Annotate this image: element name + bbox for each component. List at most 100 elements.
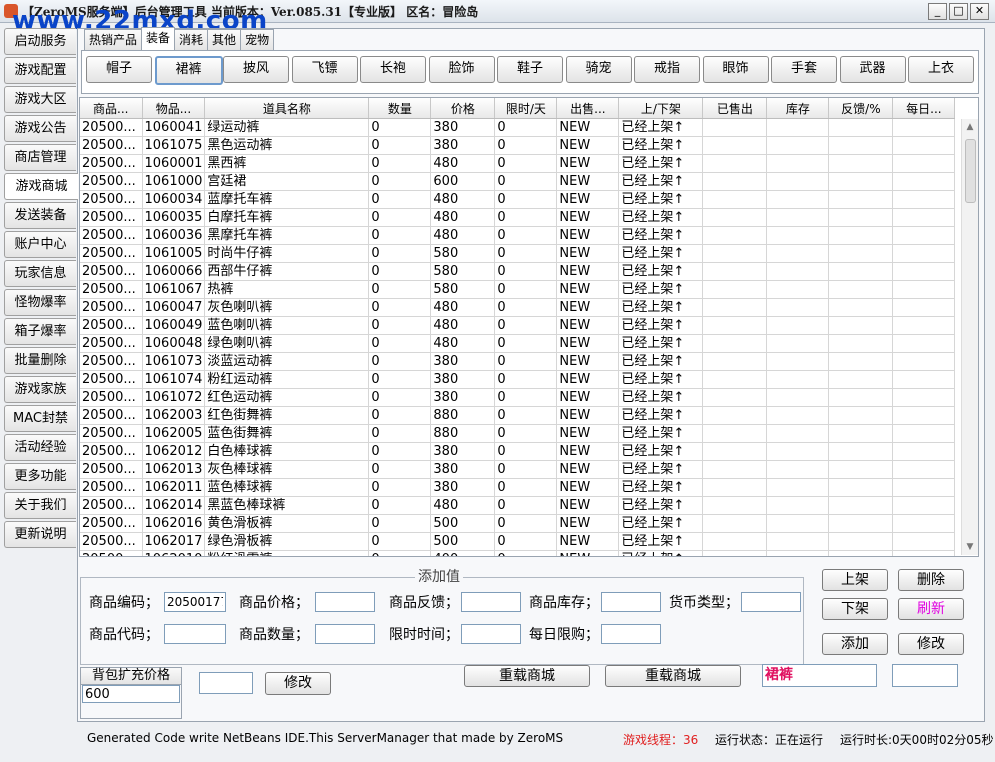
sidebar-item-10[interactable]: 箱子爆率 <box>4 318 76 345</box>
sidebar-item-1[interactable]: 游戏配置 <box>4 57 76 84</box>
table-row[interactable]: 20500... 1061000 宫廷裙 0 600 0 NEW 已经上架↑ <box>80 172 956 191</box>
sidebar-item-11[interactable]: 批量删除 <box>4 347 76 374</box>
add-button[interactable]: 添加 <box>822 633 888 655</box>
table-row[interactable]: 20500... 1062012 白色棒球裤 0 380 0 NEW 已经上架↑ <box>80 442 956 461</box>
sidebar-item-17[interactable]: 更新说明 <box>4 521 76 548</box>
table-row[interactable]: 20500... 1060049 蓝色喇叭裤 0 480 0 NEW 已经上架↑ <box>80 316 956 335</box>
maximize-button[interactable]: □ <box>949 3 968 20</box>
minimize-button[interactable]: _ <box>928 3 947 20</box>
table-row[interactable]: 20500... 1061073 淡蓝运动裤 0 380 0 NEW 已经上架↑ <box>80 352 956 371</box>
column-header-1[interactable]: 物品... <box>142 98 206 119</box>
subcategory-button-6[interactable]: 鞋子 <box>497 56 563 83</box>
refresh-button[interactable]: 刷新 <box>898 598 964 620</box>
subcategory-button-10[interactable]: 手套 <box>771 56 837 83</box>
column-header-11[interactable]: 每日... <box>892 98 956 119</box>
table-row[interactable]: 20500... 1061072 红色运动裤 0 380 0 NEW 已经上架↑ <box>80 388 956 407</box>
subcategory-button-4[interactable]: 长袍 <box>360 56 426 83</box>
sidebar-item-15[interactable]: 更多功能 <box>4 463 76 490</box>
reload-mall-button-2[interactable]: 重载商城 <box>605 665 741 687</box>
extra-input[interactable] <box>892 664 958 687</box>
scroll-up-icon[interactable]: ▲ <box>962 119 978 135</box>
delete-button[interactable]: 删除 <box>898 569 964 591</box>
column-header-4[interactable]: 价格 <box>430 98 496 119</box>
column-header-6[interactable]: 出售... <box>556 98 620 119</box>
shelf-down-button[interactable]: 下架 <box>822 598 888 620</box>
subcategory-button-2[interactable]: 披风 <box>223 56 289 83</box>
limit-input[interactable] <box>461 624 521 644</box>
sidebar-item-5[interactable]: 游戏商城 <box>4 173 78 200</box>
sidebar-item-2[interactable]: 游戏大区 <box>4 86 76 113</box>
bag-modify-button[interactable]: 修改 <box>265 672 331 695</box>
category-tab-0[interactable]: 热销产品 <box>84 29 143 50</box>
itemid-input[interactable] <box>164 624 226 644</box>
table-row[interactable]: 20500... 1062003 红色街舞裤 0 880 0 NEW 已经上架↑ <box>80 406 956 425</box>
sidebar-item-0[interactable]: 启动服务 <box>4 28 76 55</box>
column-header-9[interactable]: 库存 <box>766 98 830 119</box>
subcategory-button-0[interactable]: 帽子 <box>86 56 152 83</box>
table-row[interactable]: 20500... 1062016 黄色滑板裤 0 500 0 NEW 已经上架↑ <box>80 514 956 533</box>
table-row[interactable]: 20500... 1062017 绿色滑板裤 0 500 0 NEW 已经上架↑ <box>80 532 956 551</box>
table-row[interactable]: 20500... 1060041 绿运动裤 0 380 0 NEW 已经上架↑ <box>80 118 956 137</box>
feedback-input[interactable] <box>461 592 521 612</box>
sidebar-item-12[interactable]: 游戏家族 <box>4 376 76 403</box>
table-row[interactable]: 20500... 1060047 灰色喇叭裤 0 480 0 NEW 已经上架↑ <box>80 298 956 317</box>
shelf-up-button[interactable]: 上架 <box>822 569 888 591</box>
subcategory-button-12[interactable]: 上衣 <box>908 56 974 83</box>
qty-input[interactable] <box>315 624 375 644</box>
currency-input[interactable] <box>741 592 801 612</box>
table-row[interactable]: 20500... 1062005 蓝色街舞裤 0 880 0 NEW 已经上架↑ <box>80 424 956 443</box>
bag-extra-input[interactable] <box>199 672 253 694</box>
subcategory-button-3[interactable]: 飞镖 <box>291 56 358 83</box>
column-header-2[interactable]: 道具名称 <box>204 98 370 119</box>
column-header-5[interactable]: 限时/天 <box>494 98 558 119</box>
daily-input[interactable] <box>601 624 661 644</box>
table-row[interactable]: 20500... 1060066 西部牛仔裤 0 580 0 NEW 已经上架↑ <box>80 262 956 281</box>
table-row[interactable]: 20500... 1060048 绿色喇叭裤 0 480 0 NEW 已经上架↑ <box>80 334 956 353</box>
table-row[interactable]: 20500... 1062011 蓝色棒球裤 0 380 0 NEW 已经上架↑ <box>80 478 956 497</box>
subcategory-button-7[interactable]: 骑宠 <box>565 56 632 83</box>
table-row[interactable]: 20500... 1060001 黑西裤 0 480 0 NEW 已经上架↑ <box>80 154 956 173</box>
sidebar-item-14[interactable]: 活动经验 <box>4 434 76 461</box>
price-input[interactable] <box>315 592 375 612</box>
table-row[interactable]: 20500... 1060036 黑摩托车裤 0 480 0 NEW 已经上架↑ <box>80 226 956 245</box>
modify-button[interactable]: 修改 <box>898 633 964 655</box>
subcategory-button-9[interactable]: 眼饰 <box>702 56 769 83</box>
table-row[interactable]: 20500...1062010粉红滑雪裤04000NEW已经上架↑ <box>80 550 956 556</box>
sidebar-item-9[interactable]: 怪物爆率 <box>4 289 76 316</box>
reload-mall-button-1[interactable]: 重载商城 <box>464 665 590 687</box>
category-tab-1[interactable]: 装备 <box>141 27 176 50</box>
vertical-scrollbar[interactable]: ▲ ▼ <box>961 119 978 555</box>
sidebar-item-6[interactable]: 发送装备 <box>4 202 76 229</box>
subcategory-button-11[interactable]: 武器 <box>839 56 906 83</box>
category-tab-2[interactable]: 消耗 <box>174 29 209 50</box>
category-tab-4[interactable]: 宠物 <box>240 29 275 50</box>
table-row[interactable]: 20500... 1061067 热裤 0 580 0 NEW 已经上架↑ <box>80 280 956 299</box>
sidebar-item-7[interactable]: 账户中心 <box>4 231 76 258</box>
subcategory-button-1[interactable]: 裙裤 <box>154 56 223 85</box>
close-button[interactable]: ✕ <box>970 3 989 20</box>
table-row[interactable]: 20500... 1061005 时尚牛仔裤 0 580 0 NEW 已经上架↑ <box>80 244 956 263</box>
table-row[interactable]: 20500... 1060035 白摩托车裤 0 480 0 NEW 已经上架↑ <box>80 208 956 227</box>
sidebar-item-13[interactable]: MAC封禁 <box>4 405 76 432</box>
scroll-down-icon[interactable]: ▼ <box>962 539 978 555</box>
sidebar-item-4[interactable]: 商店管理 <box>4 144 76 171</box>
sidebar-item-3[interactable]: 游戏公告 <box>4 115 76 142</box>
column-header-0[interactable]: 商品... <box>80 98 143 119</box>
bag-price-input[interactable] <box>82 685 180 703</box>
sidebar-item-16[interactable]: 关于我们 <box>4 492 76 519</box>
table-row[interactable]: 20500... 1062013 灰色棒球裤 0 380 0 NEW 已经上架↑ <box>80 460 956 479</box>
table-row[interactable]: 20500... 1061075 黑色运动裤 0 380 0 NEW 已经上架↑ <box>80 136 956 155</box>
table-row[interactable]: 20500... 1062014 黑蓝色棒球裤 0 480 0 NEW 已经上架↑ <box>80 496 956 515</box>
column-header-7[interactable]: 上/下架 <box>618 98 704 119</box>
scroll-thumb[interactable] <box>965 139 976 203</box>
selected-category-field[interactable]: 裙裤 <box>762 664 877 687</box>
table-row[interactable]: 20500... 1061074 粉红运动裤 0 380 0 NEW 已经上架↑ <box>80 370 956 389</box>
table-row[interactable]: 20500... 1060034 蓝摩托车裤 0 480 0 NEW 已经上架↑ <box>80 190 956 209</box>
column-header-3[interactable]: 数量 <box>368 98 432 119</box>
column-header-10[interactable]: 反馈/% <box>828 98 894 119</box>
sidebar-item-8[interactable]: 玩家信息 <box>4 260 76 287</box>
subcategory-button-8[interactable]: 戒指 <box>634 56 700 83</box>
subcategory-button-5[interactable]: 脸饰 <box>428 56 495 83</box>
code-input[interactable] <box>164 592 226 612</box>
column-header-8[interactable]: 已售出 <box>702 98 768 119</box>
